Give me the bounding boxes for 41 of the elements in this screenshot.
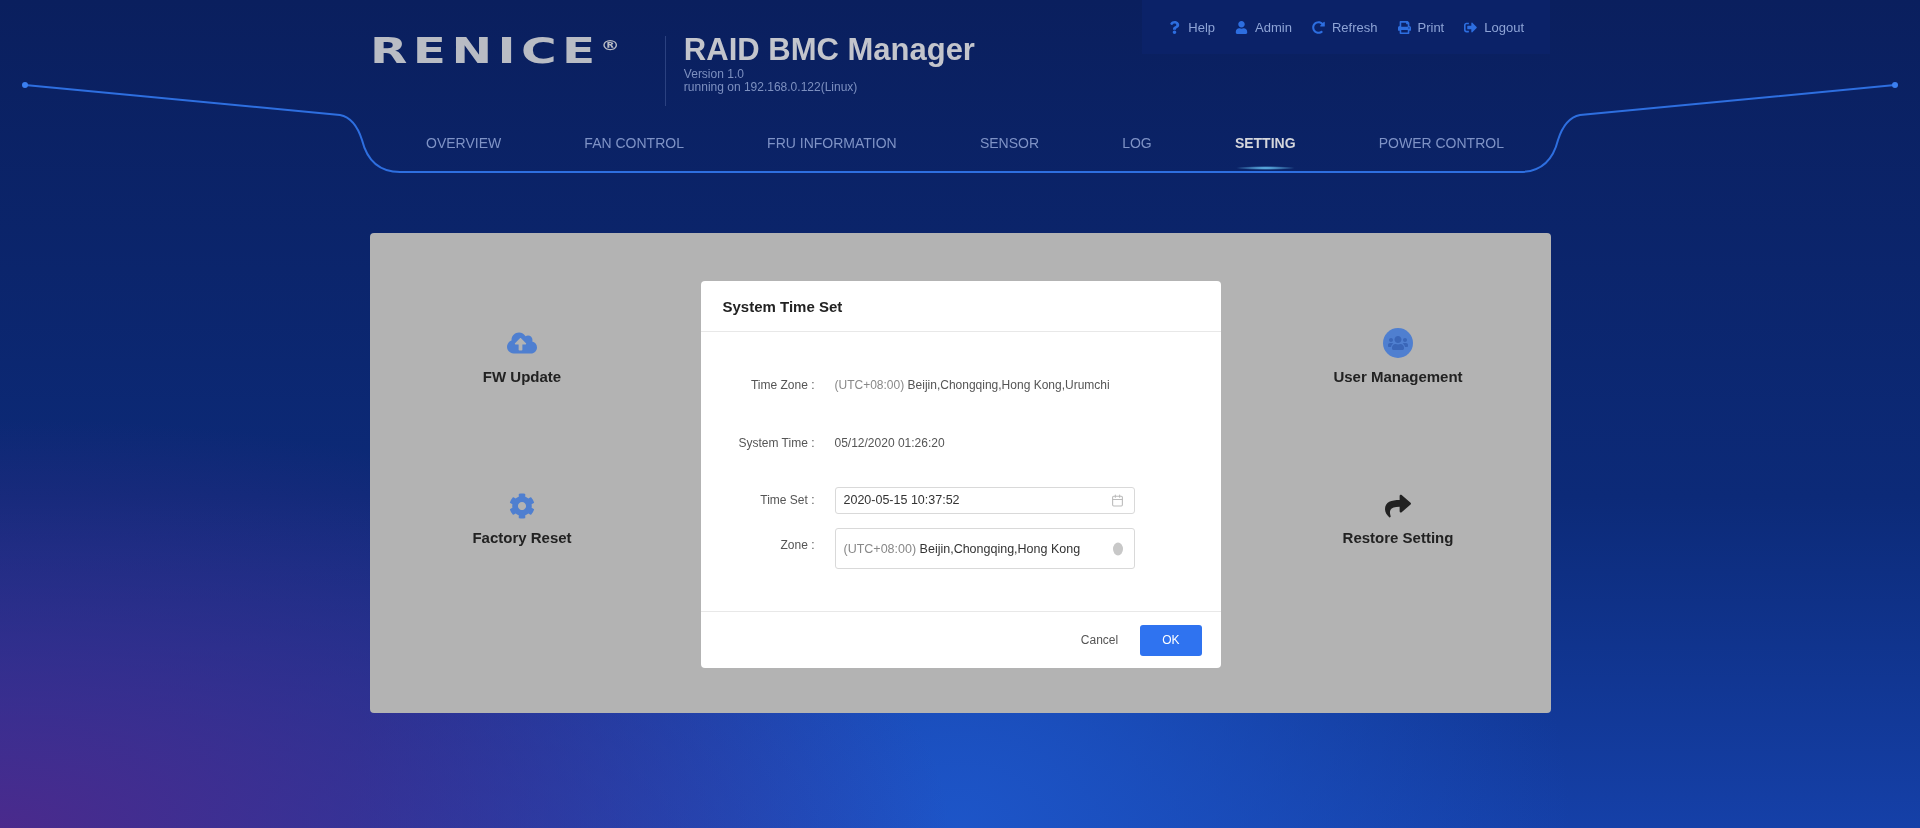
logout-icon (1464, 20, 1478, 34)
gear-icon (509, 493, 535, 519)
top-link[interactable]: Logout (1464, 19, 1524, 35)
nav-tab[interactable]: FRU INFORMATION (767, 118, 897, 170)
field-label: Zone : (779, 537, 816, 552)
top-link[interactable]: Admin (1235, 19, 1292, 35)
top-link[interactable]: Refresh (1311, 19, 1378, 35)
refresh-icon (1311, 20, 1325, 34)
help-icon (1168, 20, 1182, 34)
nav-tab[interactable]: POWER CONTROL (1378, 118, 1504, 170)
share-arrow-icon (1385, 493, 1411, 519)
setting-button[interactable]: Restore Setting (1342, 493, 1454, 546)
drop-icon (1111, 541, 1124, 556)
nav-tab[interactable]: LOG (1122, 118, 1152, 170)
top-link[interactable]: Print (1397, 19, 1445, 35)
date-time-field[interactable]: 2020-05-15 10:37:52 (834, 486, 1135, 514)
renice-logo: RENICE$^{®}$ (370, 30, 620, 71)
field-label: Time Zone : (749, 378, 816, 392)
app-title: RAID BMC Manager (683, 32, 975, 68)
field-label: Time Set : (759, 493, 816, 507)
setting-button[interactable]: FW Update (482, 328, 562, 385)
top-link[interactable]: Help (1168, 19, 1216, 35)
setting-button[interactable]: User Management (1333, 328, 1463, 385)
field-value: 05/12/2020 01:26:20 (834, 436, 945, 450)
calendar-icon (1110, 493, 1124, 507)
version-text: Version 1.0 (683, 68, 745, 81)
host-text: running on 192.168.0.122(Linux) (683, 81, 859, 94)
nav-tab[interactable]: FAN CONTROL (584, 118, 684, 170)
dialog-title: System Time Set (700, 281, 1221, 332)
user-icon (1235, 20, 1249, 34)
field-value: (UTC+08:00) Beijin,Chongqing,Hong Kong,Urumchi (834, 378, 1110, 392)
cancel-button[interactable]: Cancel (1080, 624, 1119, 656)
print-icon (1397, 20, 1411, 34)
ok-button[interactable]: OK (1140, 624, 1202, 656)
nav-tab[interactable]: OVERVIEW (426, 118, 502, 170)
setting-button[interactable]: Factory Reset (472, 493, 572, 546)
users-icon (1383, 328, 1413, 358)
zone-select[interactable]: (UTC+08:00) Beijin,Chongqing,Hong Kong (834, 528, 1135, 569)
nav-tab[interactable]: SETTING (1234, 118, 1296, 170)
field-label: System Time : (737, 436, 816, 450)
nav-tab[interactable]: SENSOR (979, 118, 1039, 170)
